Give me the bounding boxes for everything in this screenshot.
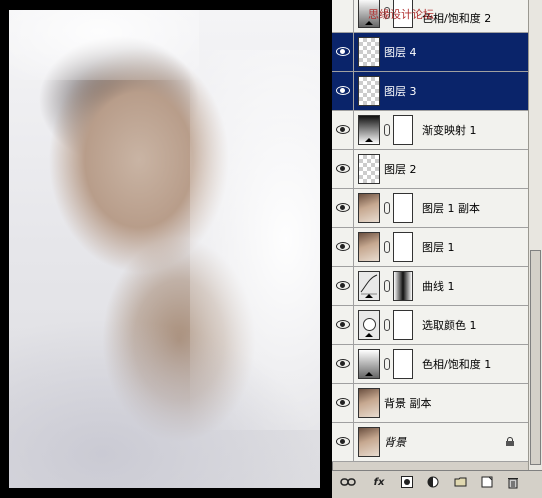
layers-scrollbar[interactable] xyxy=(528,0,542,470)
visibility-toggle[interactable] xyxy=(332,423,354,461)
mask-link-icon[interactable] xyxy=(384,319,390,331)
layer-row[interactable]: 色相/饱和度 1 xyxy=(332,345,528,384)
layer-thumbnail[interactable] xyxy=(358,76,380,106)
layer-thumbnail[interactable] xyxy=(358,232,380,262)
layer-mask-thumbnail[interactable] xyxy=(393,115,413,145)
visibility-toggle[interactable] xyxy=(332,345,354,383)
folder-icon[interactable] xyxy=(454,476,468,490)
layer-name[interactable]: 图层 1 副本 xyxy=(422,200,480,216)
layer-row[interactable]: 背景 xyxy=(332,423,528,462)
layer-name[interactable]: 色相/饱和度 1 xyxy=(422,356,491,372)
layer-name[interactable]: 曲线 1 xyxy=(422,278,455,294)
document-canvas[interactable] xyxy=(9,10,320,488)
layer-name[interactable]: 图层 4 xyxy=(384,44,417,60)
watermark-text: 思缘设计论坛 xyxy=(368,8,434,21)
link-icon[interactable] xyxy=(340,476,356,490)
visibility-toggle[interactable] xyxy=(332,267,354,305)
eye-icon xyxy=(336,164,350,173)
layer-mask-thumbnail[interactable] xyxy=(393,310,413,340)
mask-link-icon[interactable] xyxy=(384,358,390,370)
eye-icon xyxy=(336,47,350,56)
visibility-toggle[interactable] xyxy=(332,306,354,344)
mask-link-icon[interactable] xyxy=(384,124,390,136)
layer-mask-thumbnail[interactable] xyxy=(393,271,413,301)
layer-row[interactable]: 背景 副本 xyxy=(332,384,528,423)
eye-icon xyxy=(336,86,350,95)
eye-icon xyxy=(336,437,350,446)
add-mask-icon[interactable] xyxy=(400,476,414,490)
layer-name[interactable]: 背景 副本 xyxy=(384,395,432,411)
eye-icon xyxy=(336,242,350,251)
layer-thumbnail[interactable] xyxy=(358,115,380,145)
visibility-toggle[interactable] xyxy=(332,189,354,227)
layer-row[interactable]: 曲线 1 xyxy=(332,267,528,306)
layer-thumbnail[interactable] xyxy=(358,427,380,457)
visibility-toggle[interactable] xyxy=(332,0,354,32)
mask-link-icon[interactable] xyxy=(384,202,390,214)
visibility-toggle[interactable] xyxy=(332,33,354,71)
layer-thumbnail[interactable] xyxy=(358,310,380,340)
layer-thumbnail[interactable] xyxy=(358,271,380,301)
layer-row[interactable]: 图层 4 xyxy=(332,33,528,72)
cloth-shading xyxy=(9,318,320,488)
lock-icon xyxy=(506,437,514,446)
layer-thumbnail[interactable] xyxy=(358,349,380,379)
layer-mask-thumbnail[interactable] xyxy=(393,193,413,223)
layer-thumbnail[interactable] xyxy=(358,37,380,67)
layer-thumbnail[interactable] xyxy=(358,154,380,184)
adjustment-icon[interactable] xyxy=(426,476,440,490)
mask-link-icon[interactable] xyxy=(384,280,390,292)
eye-icon xyxy=(336,125,350,134)
new-layer-icon[interactable] xyxy=(480,476,494,490)
layer-row[interactable]: 图层 2 xyxy=(332,150,528,189)
visibility-toggle[interactable] xyxy=(332,72,354,110)
visibility-toggle[interactable] xyxy=(332,111,354,149)
layer-mask-thumbnail[interactable] xyxy=(393,232,413,262)
layers-footer-toolbar: fx xyxy=(332,470,542,498)
eye-icon xyxy=(336,359,350,368)
eye-icon xyxy=(336,398,350,407)
scrollbar-thumb[interactable] xyxy=(530,250,541,465)
visibility-toggle[interactable] xyxy=(332,384,354,422)
mask-link-icon[interactable] xyxy=(384,241,390,253)
trash-icon[interactable] xyxy=(506,476,520,490)
eye-icon xyxy=(336,203,350,212)
layer-row[interactable]: 选取颜色 1 xyxy=(332,306,528,345)
fx-icon[interactable]: fx xyxy=(370,476,388,490)
layer-name[interactable]: 图层 3 xyxy=(384,83,417,99)
layer-thumbnail[interactable] xyxy=(358,388,380,418)
layer-name[interactable]: 图层 2 xyxy=(384,161,417,177)
layer-mask-thumbnail[interactable] xyxy=(393,349,413,379)
layer-row[interactable]: 渐变映射 1 xyxy=(332,111,528,150)
layer-name[interactable]: 图层 1 xyxy=(422,239,455,255)
veil-highlight xyxy=(9,10,199,80)
layer-name[interactable]: 背景 xyxy=(384,434,406,450)
visibility-toggle[interactable] xyxy=(332,228,354,266)
layer-name[interactable]: 渐变映射 1 xyxy=(422,122,477,138)
layer-row[interactable]: 图层 3 xyxy=(332,72,528,111)
eye-icon xyxy=(336,320,350,329)
visibility-toggle[interactable] xyxy=(332,150,354,188)
layer-thumbnail[interactable] xyxy=(358,193,380,223)
layer-name[interactable]: 选取颜色 1 xyxy=(422,317,477,333)
eye-icon xyxy=(336,281,350,290)
layer-row[interactable]: 图层 1 xyxy=(332,228,528,267)
layer-row[interactable]: 图层 1 副本 xyxy=(332,189,528,228)
